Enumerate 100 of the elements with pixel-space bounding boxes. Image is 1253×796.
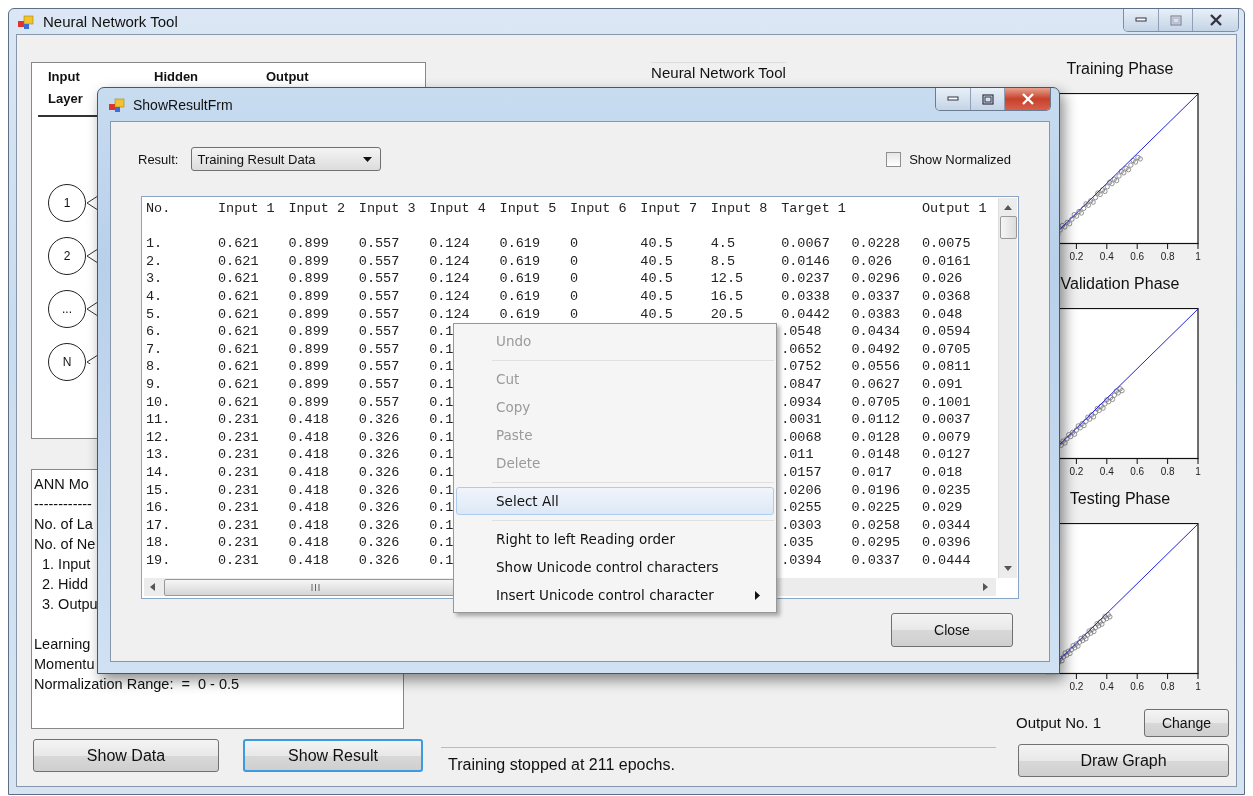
- table-cell: 0.1: [429, 463, 454, 482]
- table-cell: 0.418: [288, 516, 329, 535]
- table-cell: 0.621: [218, 305, 259, 324]
- table-cell: 40.5: [640, 287, 673, 306]
- minimize-button[interactable]: [936, 88, 970, 110]
- network-title: Neural Network Tool: [651, 62, 786, 81]
- network-node: ...: [48, 290, 86, 328]
- table-cell: 20.5: [710, 305, 744, 324]
- scroll-left-icon[interactable]: [150, 583, 155, 591]
- change-button[interactable]: Change: [1144, 708, 1229, 737]
- table-cell: 40.5: [640, 305, 673, 324]
- table-cell: 0.0196: [851, 481, 901, 500]
- table-cell: 0.621: [218, 393, 259, 412]
- table-cell: 0.619: [499, 235, 541, 253]
- column-header: Input 1: [218, 200, 275, 218]
- table-cell: 0.0127: [921, 446, 971, 464]
- table-cell: 0.326: [358, 534, 400, 552]
- table-cell: 0: [569, 270, 579, 288]
- table-cell: 0.0037: [921, 411, 971, 429]
- scroll-right-icon[interactable]: [983, 583, 988, 591]
- tick-label: 0.4: [1099, 681, 1114, 692]
- tick-label: 0.4: [1099, 466, 1114, 477]
- vertical-scrollbar[interactable]: [998, 198, 1017, 578]
- table-cell: 0.557: [358, 393, 400, 412]
- tick-label: 0.2: [1069, 466, 1084, 477]
- app-icon: [17, 13, 35, 30]
- table-cell: 0.1: [429, 375, 454, 394]
- column-header: Target 1: [781, 200, 846, 218]
- table-cell: 0.621: [218, 235, 259, 253]
- minimize-button[interactable]: [1124, 9, 1158, 31]
- scrollbar-thumb[interactable]: [999, 216, 1017, 239]
- dialog-title: ShowResultFrm: [133, 96, 233, 113]
- table-cell: 0.418: [288, 428, 329, 447]
- menu-item[interactable]: Select All: [456, 487, 774, 515]
- table-cell: 5.: [146, 305, 163, 324]
- table-cell: 0.0338: [781, 287, 830, 306]
- action-button[interactable]: Show Data: [33, 739, 219, 772]
- show-normalized-checkbox[interactable]: Show Normalized: [886, 151, 1011, 167]
- column-header: Input 7: [640, 200, 698, 218]
- table-cell: 0.557: [358, 358, 400, 376]
- table-cell: .0847: [781, 375, 822, 394]
- layer-tab[interactable]: Output: [256, 63, 368, 93]
- close-dialog-button[interactable]: Close: [891, 613, 1013, 647]
- window-title: Neural Network Tool: [43, 13, 178, 30]
- close-icon: [1208, 14, 1223, 26]
- maximize-button[interactable]: [970, 88, 1004, 110]
- table-cell: .0752: [781, 358, 822, 376]
- table-cell: .0934: [781, 393, 822, 412]
- table-cell: 0.0075: [921, 235, 971, 253]
- table-cell: 6.: [146, 323, 163, 341]
- table-cell: 0.231: [218, 463, 259, 482]
- table-cell: 0.557: [358, 287, 400, 306]
- table-cell: 0.0079: [921, 428, 971, 447]
- menu-item[interactable]: Right to left Reading order: [456, 525, 774, 553]
- menu-item[interactable]: Show Unicode control characters: [456, 553, 774, 581]
- summary-line: No. of Ne: [34, 535, 96, 554]
- close-button[interactable]: [1192, 9, 1238, 31]
- table-cell: 0.0237: [781, 270, 830, 288]
- action-button[interactable]: Show Result: [243, 739, 423, 772]
- table-cell: 0.326: [358, 463, 400, 482]
- layer-tab[interactable]: Hidden: [144, 63, 256, 93]
- table-cell: 0.557: [358, 252, 400, 271]
- table-cell: 0: [569, 252, 579, 271]
- minimize-icon: [947, 96, 959, 102]
- table-cell: 0.899: [288, 393, 329, 412]
- table-cell: 40.5: [640, 270, 673, 288]
- minimize-icon: [1135, 17, 1147, 23]
- scroll-down-icon[interactable]: [1004, 566, 1012, 571]
- table-cell: 0.418: [288, 499, 329, 517]
- table-cell: 0.557: [358, 270, 400, 288]
- maximize-button[interactable]: [1158, 9, 1192, 31]
- table-cell: 0.326: [358, 411, 400, 429]
- table-cell: 0: [569, 305, 579, 324]
- menu-item[interactable]: Insert Unicode control character: [456, 581, 774, 609]
- table-cell: 17.: [146, 516, 171, 535]
- table-cell: 0.621: [218, 375, 259, 394]
- close-button[interactable]: [1004, 88, 1050, 110]
- table-cell: 4.5: [710, 235, 736, 253]
- network-node: 2: [48, 237, 86, 275]
- table-cell: 0.0112: [851, 411, 901, 429]
- table-cell: 0.0146: [781, 252, 830, 271]
- table-cell: 15.: [146, 481, 171, 500]
- table-cell: 40.5: [640, 235, 673, 253]
- table-cell: 0.619: [499, 252, 541, 271]
- table-cell: 18.: [146, 534, 171, 552]
- table-cell: .0303: [781, 516, 822, 535]
- table-cell: 11.: [146, 411, 171, 429]
- result-dropdown[interactable]: Training Result Data: [191, 147, 382, 171]
- table-cell: 0.418: [288, 534, 329, 552]
- table-cell: 0.231: [218, 428, 259, 447]
- table-cell: 0.026: [921, 270, 963, 288]
- summary-line: No. of La: [34, 515, 93, 534]
- table-cell: 0.231: [218, 446, 259, 464]
- table-cell: 13.: [146, 446, 171, 464]
- table-cell: 0.124: [429, 305, 470, 324]
- table-cell: 0.0442: [781, 305, 830, 324]
- table-cell: 0.1: [429, 499, 454, 517]
- draw-graph-button[interactable]: Draw Graph: [1018, 744, 1229, 777]
- scroll-up-icon[interactable]: [1004, 205, 1012, 210]
- table-cell: 0.1: [429, 323, 454, 341]
